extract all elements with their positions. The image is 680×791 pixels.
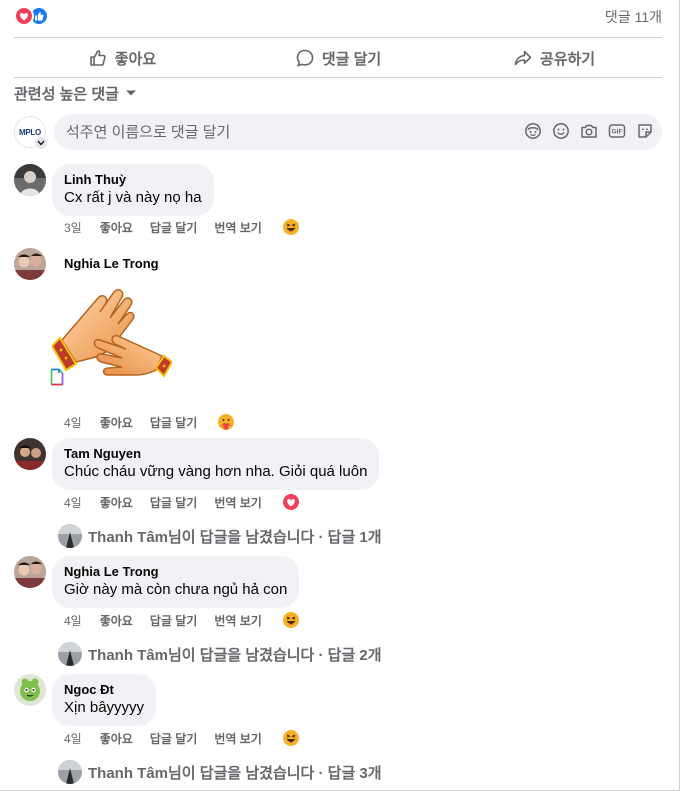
comment-bubble: Tam Nguyen Chúc cháu vững vàng hơn nha. … [52,438,380,490]
clapping-hands-sticker[interactable] [50,278,174,388]
comment-meta: 4일 좋아요 답글 달기 번역 보기 [64,728,301,748]
share-arrow-icon [514,50,532,66]
comment-time[interactable]: 4일 [64,414,82,431]
comment-button-label: 댓글 달기 [321,50,382,68]
divider [14,77,662,78]
comment-time[interactable]: 4일 [64,612,82,629]
comment-text: Xịn bâyyyyy [64,699,145,716]
sticker-icon[interactable] [636,122,654,140]
care-icon[interactable] [216,412,236,432]
comment-like-link[interactable]: 좋아요 [100,730,133,747]
love-icon [14,6,34,26]
comment-item: Ngoc Đt Xịn bâyyyyy 4일 좋아요 답글 달기 번역 보기 T… [14,674,664,786]
haha-icon[interactable] [281,217,301,237]
chevron-down-icon[interactable] [34,136,48,150]
comment-author[interactable]: Nghia Le Trong [64,564,287,580]
comment-author[interactable]: Tam Nguyen [64,446,367,462]
avatar [58,760,82,784]
thumbs-up-icon [89,50,106,66]
comment-author[interactable]: Ngoc Đt [64,682,144,698]
comment-reply-link[interactable]: 답글 달기 [150,414,198,431]
comment-like-link[interactable]: 좋아요 [100,414,133,431]
comment-author[interactable]: Nghia Le Trong [64,256,159,272]
avatar[interactable] [14,164,46,196]
composer-tools: GIF [524,122,654,142]
divider [14,37,662,38]
comment-text: Giờ này mà còn chưa ngủ hả con [64,581,288,598]
comment-sort-label: 관련성 높은 댓글 [14,85,119,103]
page-logo: MPLO [19,127,41,137]
comment-meta: 3일 좋아요 답글 달기 번역 보기 [64,217,301,237]
like-button-label: 좋아요 [114,50,157,68]
comment-reply-link[interactable]: 답글 달기 [150,494,198,511]
comment-time[interactable]: 4일 [64,494,82,511]
avatar[interactable] [14,556,46,588]
camera-icon[interactable] [580,122,598,140]
comment-translate-link[interactable]: 번역 보기 [214,612,262,629]
reaction-summary: 댓글 11개 [14,6,662,26]
comment-text: Cx rất j và này nọ ha [64,189,202,206]
haha-icon[interactable] [281,728,301,748]
comment-meta: 4일 좋아요 답글 달기 번역 보기 [64,492,301,512]
avatar[interactable] [14,248,46,280]
caret-down-icon [125,90,136,96]
avatar [58,642,82,666]
comment-like-link[interactable]: 좋아요 [100,494,133,511]
comment-button[interactable]: 댓글 달기 [230,40,446,76]
gif-icon[interactable]: GIF [608,122,626,140]
haha-icon[interactable] [281,610,301,630]
file-icon [50,368,64,386]
comment-bubble: Nghia Le Trong [52,248,171,280]
replies-label: Thanh Tâm님이 답글을 남겼습니다 · 답글 1개 [88,528,382,546]
comment-text: Chúc cháu vững vàng hơn nha. Giỏi quá lu… [64,463,368,480]
comment-bubble: Linh Thuỳ Cx rất j và này nọ ha [52,164,214,216]
comment-translate-link[interactable]: 번역 보기 [214,494,262,511]
replies-label: Thanh Tâm님이 답글을 남겼습니다 · 답글 2개 [88,646,382,664]
view-replies-link[interactable]: Thanh Tâm님이 답글을 남겼습니다 · 답글 2개 [58,642,382,666]
comment-reply-link[interactable]: 답글 달기 [150,219,198,236]
like-button[interactable]: 좋아요 [14,40,230,76]
comment-reply-link[interactable]: 답글 달기 [150,612,198,629]
share-button-label: 공유하기 [539,50,596,68]
action-bar: 좋아요 댓글 달기 공유하기 [14,40,662,76]
love-icon[interactable] [281,492,301,512]
avatar[interactable] [14,674,46,706]
comment-item: Linh Thuỳ Cx rất j và này nọ ha 3일 좋아요 답… [14,164,664,244]
avatar[interactable] [14,438,46,470]
share-button[interactable]: 공유하기 [446,40,662,76]
comment-item: Tam Nguyen Chúc cháu vững vàng hơn nha. … [14,438,664,550]
comment-translate-link[interactable]: 번역 보기 [214,730,262,747]
comment-bubble: Nghia Le Trong Giờ này mà còn chưa ngủ h… [52,556,300,608]
view-replies-link[interactable]: Thanh Tâm님이 답글을 남겼습니다 · 답글 3개 [58,760,382,784]
comment-time[interactable]: 3일 [64,219,82,236]
comment-time[interactable]: 4일 [64,730,82,747]
emoji-icon[interactable] [552,122,570,140]
comment-bubble: Ngoc Đt Xịn bâyyyyy [52,674,157,726]
comment-meta: 4일 좋아요 답글 달기 번역 보기 [64,610,301,630]
comment-like-link[interactable]: 좋아요 [100,219,133,236]
comments-panel: 댓글 11개 좋아요 댓글 달기 공유하기 관련성 높은 댓글 MPLO 석주연… [0,0,680,791]
replies-label: Thanh Tâm님이 답글을 남겼습니다 · 답글 3개 [88,764,382,782]
comment-count[interactable]: 댓글 11개 [605,7,662,27]
comment-meta: 4일 좋아요 답글 달기 [64,412,236,432]
comment-sort-dropdown[interactable]: 관련성 높은 댓글 [14,83,137,103]
comment-author[interactable]: Linh Thuỳ [64,172,202,188]
comment-like-link[interactable]: 좋아요 [100,612,133,629]
comment-item: Nghia Le Trong Giờ này mà còn chưa ngủ h… [14,556,664,668]
comment-translate-link[interactable]: 번역 보기 [214,219,262,236]
svg-text:GIF: GIF [612,129,623,136]
comment-bubble-icon [296,49,314,67]
comment-reply-link[interactable]: 답글 달기 [150,730,198,747]
view-replies-link[interactable]: Thanh Tâm님이 답글을 남겼습니다 · 답글 1개 [58,524,382,548]
comment-composer: MPLO GIF [14,114,662,150]
avatar [58,524,82,548]
avatar-sticker-icon[interactable] [524,122,542,140]
comment-item: Nghia Le Trong 4일 좋아요 답글 달기 [14,248,664,438]
